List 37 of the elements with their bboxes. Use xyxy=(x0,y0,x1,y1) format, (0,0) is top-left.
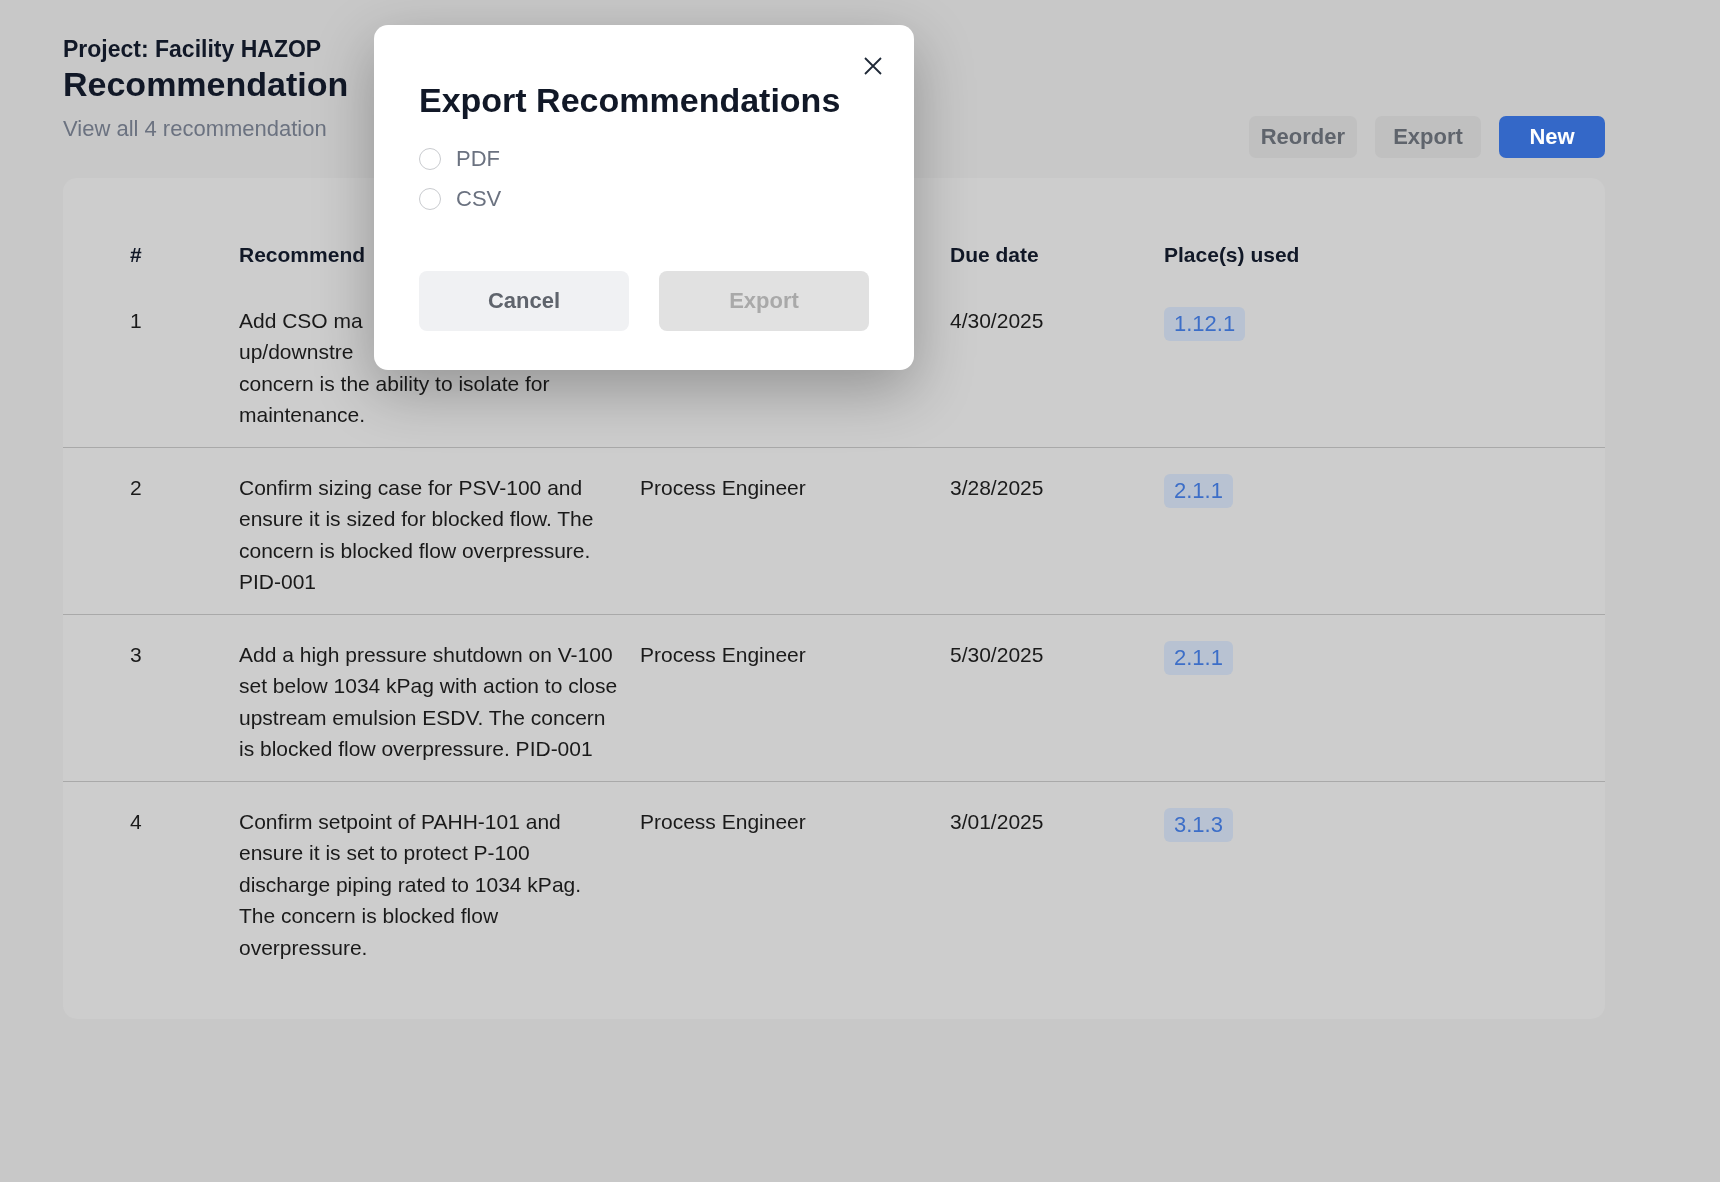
close-icon[interactable] xyxy=(863,56,883,76)
table-cell-text: 3/01/2025 xyxy=(950,808,1045,835)
table-cell-text: Process Engineer xyxy=(640,641,807,668)
text-line: maintenance. xyxy=(239,402,366,428)
table-cell-text: Process Engineer xyxy=(640,474,807,501)
option-label: CSV xyxy=(456,186,502,212)
table-cell-text: 2 xyxy=(130,474,143,501)
action-button[interactable]: Reorder xyxy=(1248,116,1357,158)
place-tag[interactable]: 2.1.1 xyxy=(1164,640,1233,675)
page-title: Recommendation xyxy=(63,64,349,104)
text-line: up/downstre xyxy=(239,339,354,365)
new-button[interactable]: New xyxy=(1499,116,1605,158)
table-cell-text: 4/30/2025 xyxy=(950,307,1045,334)
place-tag[interactable]: 3.1.3 xyxy=(1164,807,1233,842)
table-cell-text: 3/28/2025 xyxy=(950,474,1045,501)
place-tag[interactable]: 1.12.1 xyxy=(1164,306,1246,341)
table-cell-text: 4 xyxy=(130,808,143,835)
table-cell-text: Confirm sizing case for PSV-100 and ensure it is sized for blocked flow. The concern is blocked flow overpressure. PID-001 xyxy=(239,474,595,595)
column-header: Recommend xyxy=(239,242,367,268)
option-label: PDF xyxy=(456,146,500,172)
table-cell-text: 1 xyxy=(130,307,143,334)
text-line: Add CSO ma xyxy=(239,307,363,334)
place-tag[interactable]: 2.1.1 xyxy=(1164,473,1233,508)
page-subtitle: View all 4 recommendation xyxy=(63,115,328,143)
project-name: Project: Facility HAZOP xyxy=(63,35,323,64)
table-cell-text: Process Engineer xyxy=(640,808,807,835)
cancel-button[interactable]: Cancel xyxy=(419,271,629,331)
column-header: Due date xyxy=(950,242,1040,268)
dialog-title: Export Recommendations xyxy=(419,80,842,120)
table-cell-text: 3 xyxy=(130,641,143,668)
table-cell-text: Add a high pressure shutdown on V-100 set below 1034 kPag with action to close upstream emulsion ESDV. The concern is blocked flow overpressure. PID-001 xyxy=(239,641,619,762)
text-line: concern is the ability to isolate for xyxy=(239,370,550,397)
table-cell-text: Confirm setpoint of PAHH-101 and ensure it is set to protect P-100 discharge piping rated to 1034 kPag. The concern is blocked flow overpressure. xyxy=(239,808,583,961)
action-button[interactable]: Export xyxy=(1375,116,1481,158)
table-cell-text: 5/30/2025 xyxy=(950,641,1045,668)
column-header: # xyxy=(130,242,143,268)
column-header: Place(s) used xyxy=(1164,242,1301,268)
